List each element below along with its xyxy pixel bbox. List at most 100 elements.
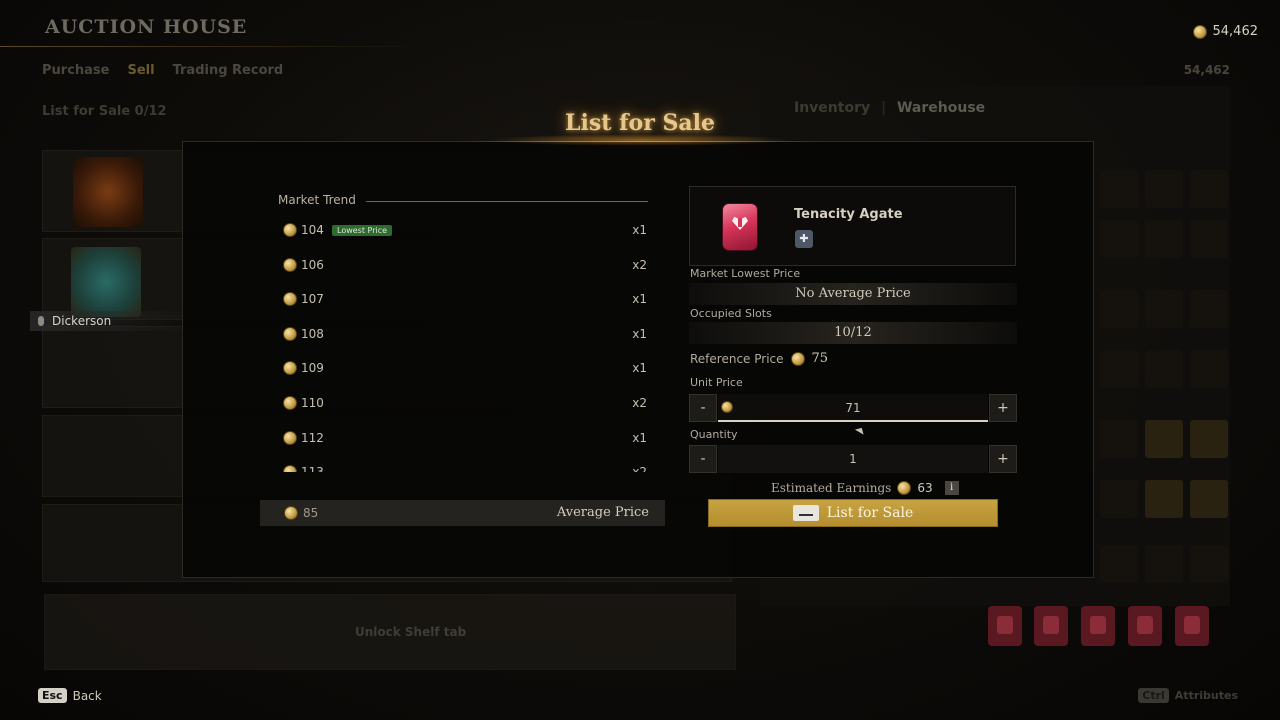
- inventory-cell[interactable]: [1100, 350, 1138, 388]
- trend-price: 110: [301, 395, 324, 410]
- gold-coin-icon: [283, 361, 297, 376]
- market-trend-label: Market Trend: [278, 193, 356, 207]
- keyboard-space-icon: [792, 505, 819, 521]
- unit-price-increase-button[interactable]: +: [989, 394, 1017, 422]
- average-price-bar: 85 Average Price: [260, 500, 665, 526]
- gold-coin-icon: [284, 506, 298, 520]
- trend-row: 104 Lowest Price x1: [278, 216, 650, 251]
- pink-gem-item[interactable]: [1081, 606, 1115, 646]
- inventory-cell[interactable]: [1145, 480, 1183, 518]
- occupied-slots-value: 10/12: [689, 322, 1017, 344]
- inventory-cell[interactable]: [1100, 420, 1138, 458]
- attributes-label: Attributes: [1174, 689, 1238, 702]
- microphone-icon: [38, 316, 44, 326]
- gold-coin-icon: [897, 481, 912, 495]
- tab-trading-record[interactable]: Trading Record: [173, 63, 284, 78]
- esc-key: Esc: [38, 688, 67, 703]
- estimated-earnings-value: 63: [917, 481, 933, 495]
- pink-gem-item[interactable]: [1175, 606, 1209, 646]
- market-lowest-value: No Average Price: [689, 283, 1017, 305]
- title-divider: [0, 46, 430, 47]
- quantity-input[interactable]: 1: [718, 445, 988, 473]
- inventory-cell[interactable]: [1145, 170, 1183, 208]
- trend-qty: x1: [632, 326, 647, 341]
- gold-coin-icon: [721, 401, 733, 413]
- gold-coin-icon: [283, 223, 297, 237]
- inventory-cell[interactable]: [1100, 220, 1138, 258]
- lowest-price-badge: Lowest Price: [332, 225, 393, 236]
- inventory-cell[interactable]: [1190, 220, 1228, 258]
- modal-title: List for Sale: [565, 110, 715, 136]
- attributes-hint[interactable]: Ctrl Attributes: [1138, 688, 1238, 703]
- quantity-decrease-button[interactable]: -: [689, 445, 717, 473]
- tab-warehouse[interactable]: Warehouse: [897, 100, 985, 116]
- unit-price-input[interactable]: 71: [718, 394, 988, 422]
- inventory-cell[interactable]: [1100, 480, 1138, 518]
- pink-gem-item[interactable]: [1034, 606, 1068, 646]
- gold-balance-secondary: 54,462: [1183, 63, 1230, 77]
- item-name: Tenacity Agate: [794, 207, 903, 222]
- back-label: Back: [72, 688, 102, 703]
- gold-balance-value: 54,462: [1212, 24, 1259, 39]
- modal-header: List for Sale: [440, 104, 840, 154]
- inventory-cell[interactable]: [1190, 480, 1228, 518]
- inventory-cell[interactable]: [1190, 290, 1228, 328]
- trend-row: 110 x2: [278, 389, 650, 424]
- back-hint[interactable]: Esc Back: [38, 688, 102, 703]
- pink-gem-item[interactable]: [988, 606, 1022, 646]
- unit-price-decrease-button[interactable]: -: [689, 394, 717, 422]
- inventory-cell[interactable]: [1145, 290, 1183, 328]
- gold-coin-icon: [283, 465, 297, 472]
- inventory-cell[interactable]: [1100, 290, 1138, 328]
- trend-qty: x2: [632, 257, 647, 272]
- quantity-increase-button[interactable]: +: [989, 445, 1017, 473]
- inventory-cell[interactable]: [1145, 420, 1183, 458]
- tab-purchase[interactable]: Purchase: [42, 63, 109, 78]
- pink-gem-item[interactable]: [1128, 606, 1162, 646]
- list-for-sale-button-label: List for Sale: [826, 505, 914, 521]
- inventory-cell[interactable]: [1190, 350, 1228, 388]
- trend-qty: x1: [632, 223, 647, 237]
- reference-price-label: Reference Price: [690, 351, 784, 366]
- trend-price: 112: [301, 430, 324, 445]
- inventory-cell[interactable]: [1190, 420, 1228, 458]
- gold-balance: 54,462: [1192, 24, 1259, 39]
- reference-price-value: 75: [811, 351, 829, 366]
- inventory-cell[interactable]: [1145, 350, 1183, 388]
- quantity-label: Quantity: [690, 428, 738, 441]
- item-card: Tenacity Agate ✚: [689, 186, 1016, 266]
- inventory-cell[interactable]: [1145, 545, 1183, 583]
- average-price-value: 85: [303, 506, 319, 520]
- info-icon[interactable]: i: [944, 481, 959, 495]
- market-trend-divider: [366, 201, 648, 202]
- player-name: Dickerson: [52, 314, 112, 328]
- unlock-shelf-label: Unlock Shelf tab: [355, 625, 467, 639]
- tab-sell[interactable]: Sell: [127, 63, 154, 78]
- inventory-cell[interactable]: [1190, 545, 1228, 583]
- gold-coin-icon: [1192, 24, 1207, 39]
- market-lowest-label: Market Lowest Price: [690, 267, 801, 280]
- gold-coin-icon: [283, 257, 297, 272]
- trend-qty: x1: [632, 292, 647, 307]
- inventory-cell[interactable]: [1145, 220, 1183, 258]
- inventory-cell[interactable]: [1100, 170, 1138, 208]
- trend-row: 112 x1: [278, 424, 650, 459]
- title-ornament: [460, 141, 820, 142]
- gold-coin-icon: [283, 395, 297, 410]
- trend-qty: x1: [632, 430, 647, 445]
- inventory-cell[interactable]: [1190, 170, 1228, 208]
- trend-qty: x2: [632, 395, 647, 410]
- unit-price-label: Unit Price: [690, 376, 743, 389]
- gold-coin-icon: [283, 292, 297, 307]
- quantity-stepper: - 1 +: [689, 445, 1017, 473]
- auction-house-title: AUCTION HOUSE: [45, 16, 248, 38]
- unit-price-value: 71: [845, 401, 861, 415]
- inventory-cell[interactable]: [1100, 545, 1138, 583]
- list-for-sale-count: List for Sale 0/12: [42, 104, 167, 119]
- gold-coin-icon: [790, 351, 805, 366]
- trend-price: 104: [301, 223, 324, 237]
- heart-gem-icon: [723, 204, 757, 250]
- list-for-sale-button[interactable]: List for Sale: [708, 499, 998, 527]
- unlock-shelf-slot[interactable]: Unlock Shelf tab: [44, 594, 736, 670]
- market-trend-list[interactable]: 104 Lowest Price x1 106 x2 107 x1 108 x1…: [278, 216, 650, 472]
